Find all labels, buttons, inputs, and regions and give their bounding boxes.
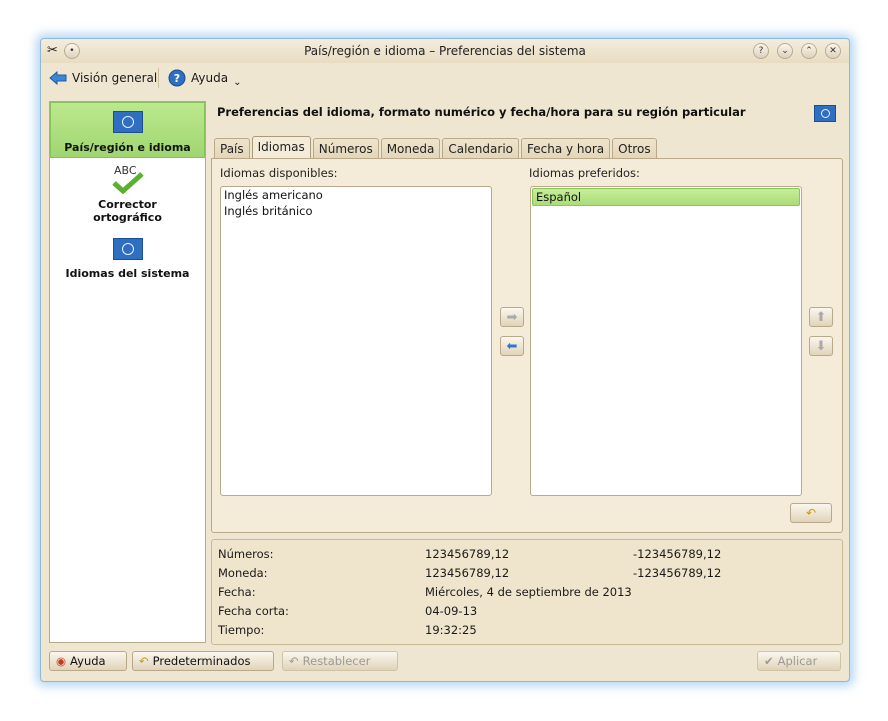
- overview-label: Visión general: [72, 71, 158, 85]
- languages-panel: Idiomas disponibles: Inglés americano In…: [211, 158, 843, 533]
- arrow-down-icon: ⬇: [815, 338, 827, 354]
- list-item[interactable]: Inglés americano: [221, 187, 491, 203]
- help-menu-label: Ayuda: [191, 71, 229, 85]
- toolbar: Visión general ? Ayuda ⌄: [41, 64, 849, 92]
- sample-value: 123456789,12: [425, 547, 510, 561]
- sidebar-item-label: País/región e idioma: [64, 141, 191, 154]
- lifebuoy-icon: ◉: [56, 654, 67, 668]
- checkmark-icon: ✔: [764, 654, 774, 668]
- sidebar: País/región e idioma ABC Corrector ortog…: [49, 101, 206, 643]
- format-samples: Números: 123456789,12 -123456789,12 Mone…: [211, 539, 843, 645]
- sample-row: Fecha: Miércoles, 4 de septiembre de 201…: [218, 585, 838, 603]
- sample-label: Moneda:: [218, 566, 268, 580]
- window-title: País/región e idioma – Preferencias del …: [304, 44, 586, 58]
- un-flag-icon: [112, 111, 143, 133]
- help-button-label: Ayuda: [70, 654, 106, 668]
- list-item[interactable]: Inglés británico: [221, 203, 491, 219]
- tab-numeros[interactable]: Números: [312, 138, 379, 160]
- reset-button-label: Restablecer: [302, 654, 371, 668]
- spellcheck-icon: ABC: [50, 164, 205, 194]
- back-arrow-icon: [49, 71, 67, 85]
- preferred-languages-list[interactable]: Español: [530, 186, 802, 496]
- undo-icon: ↶: [805, 506, 817, 520]
- sample-label: Fecha:: [218, 585, 256, 599]
- add-language-button[interactable]: ➡: [500, 307, 524, 327]
- sample-row: Moneda: 123456789,12 -123456789,12: [218, 566, 838, 584]
- sample-value: 19:32:25: [425, 623, 477, 637]
- sample-label: Números:: [218, 547, 274, 561]
- sample-value: 123456789,12: [425, 566, 510, 580]
- tab-fecha-hora[interactable]: Fecha y hora: [521, 138, 611, 160]
- reset-button[interactable]: ↶ Restablecer: [282, 651, 398, 671]
- un-flag-icon: [814, 105, 836, 122]
- sample-label: Fecha corta:: [218, 604, 289, 618]
- page-header: Preferencias del idioma, formato numéric…: [217, 105, 746, 119]
- overview-button[interactable]: Visión general: [49, 68, 157, 88]
- close-icon[interactable]: ✕: [825, 43, 841, 59]
- tab-moneda[interactable]: Moneda: [380, 138, 441, 160]
- sidebar-item-spellcheck[interactable]: ABC Corrector ortográfico: [50, 164, 205, 226]
- svg-text:?: ?: [174, 72, 180, 85]
- help-button[interactable]: ◉ Ayuda: [49, 651, 127, 671]
- apply-button-label: Aplicar: [777, 654, 818, 668]
- minimize-icon[interactable]: ⌄: [777, 43, 793, 59]
- sample-value: Miércoles, 4 de septiembre de 2013: [425, 585, 632, 599]
- sample-value: 04-09-13: [425, 604, 478, 618]
- maximize-icon[interactable]: ⌃: [801, 43, 817, 59]
- sidebar-item-label: Idiomas del sistema: [65, 267, 190, 280]
- sample-value-negative: -123456789,12: [633, 566, 722, 580]
- move-up-button[interactable]: ⬆: [809, 307, 833, 327]
- system-settings-window: ✂ • País/región e idioma – Preferencias …: [40, 38, 850, 682]
- help-question-icon[interactable]: ?: [753, 43, 769, 59]
- defaults-button-label: Predeterminados: [152, 654, 251, 668]
- sidebar-item-country-region[interactable]: País/región e idioma: [50, 102, 205, 158]
- preferred-languages-label: Idiomas preferidos:: [529, 166, 640, 180]
- sample-row: Fecha corta: 04-09-13: [218, 604, 838, 622]
- un-flag-icon: [112, 238, 143, 260]
- available-languages-list[interactable]: Inglés americano Inglés británico: [220, 186, 492, 496]
- title-bar: ✂ • País/región e idioma – Preferencias …: [41, 39, 849, 63]
- tab-otros[interactable]: Otros: [612, 138, 657, 160]
- sample-row: Tiempo: 19:32:25: [218, 623, 838, 641]
- tab-bar: País Idiomas Números Moneda Calendario F…: [214, 136, 657, 160]
- list-item[interactable]: Español: [532, 188, 800, 206]
- arrow-right-icon: ➡: [506, 309, 518, 325]
- sidebar-item-label: Corrector ortográfico: [93, 198, 162, 224]
- tab-calendario[interactable]: Calendario: [442, 138, 519, 160]
- sample-value-negative: -123456789,12: [633, 547, 722, 561]
- button-bar: ◉ Ayuda ↶ Predeterminados ↶ Restablecer …: [41, 649, 849, 675]
- sidebar-item-system-languages[interactable]: Idiomas del sistema: [50, 238, 205, 282]
- reset-languages-button[interactable]: ↶: [790, 503, 832, 523]
- arrow-left-icon: ⬅: [506, 338, 518, 354]
- arrow-up-icon: ⬆: [815, 309, 827, 325]
- undo-icon: ↶: [139, 654, 149, 668]
- help-menu-button[interactable]: ? Ayuda ⌄: [168, 68, 241, 88]
- sample-row: Números: 123456789,12 -123456789,12: [218, 547, 838, 565]
- help-icon: ?: [168, 69, 186, 87]
- available-languages-label: Idiomas disponibles:: [220, 166, 338, 180]
- undo-icon: ↶: [289, 654, 299, 668]
- toolbar-separator: [158, 68, 159, 88]
- remove-language-button[interactable]: ⬅: [500, 336, 524, 356]
- sample-label: Tiempo:: [218, 623, 265, 637]
- defaults-button[interactable]: ↶ Predeterminados: [132, 651, 274, 671]
- title-bar-right-controls: ? ⌄ ⌃ ✕: [753, 43, 841, 59]
- move-down-button[interactable]: ⬇: [809, 336, 833, 356]
- chevron-down-icon: ⌄: [233, 76, 242, 88]
- tab-idiomas[interactable]: Idiomas: [251, 136, 311, 160]
- tab-pais[interactable]: País: [214, 138, 250, 160]
- apply-button[interactable]: ✔ Aplicar: [757, 651, 841, 671]
